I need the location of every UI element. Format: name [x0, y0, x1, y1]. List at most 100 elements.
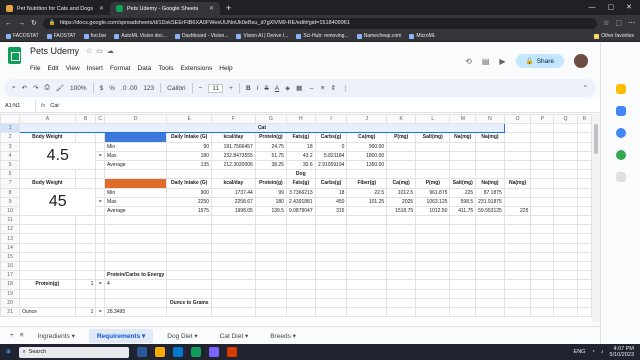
cell[interactable] — [166, 233, 212, 244]
chrome-icon[interactable] — [190, 347, 201, 357]
cell[interactable] — [449, 169, 477, 180]
cell[interactable] — [576, 270, 592, 281]
cell[interactable] — [475, 306, 505, 318]
bookmark-item[interactable]: Dashboard - Vision... — [174, 33, 228, 39]
avatar[interactable] — [574, 54, 588, 68]
currency-format-button[interactable]: $ — [100, 85, 104, 92]
column-header[interactable]: M — [449, 114, 477, 125]
cell[interactable]: = — [95, 279, 106, 290]
column-header[interactable]: F — [211, 114, 256, 125]
column-header[interactable]: R — [576, 114, 592, 125]
other-bookmarks[interactable]: Other favorites — [594, 33, 634, 39]
cell[interactable] — [553, 196, 578, 207]
cell[interactable]: Fats(g) — [285, 132, 316, 143]
cell[interactable] — [166, 242, 212, 253]
cell[interactable]: 1575 — [166, 205, 212, 217]
cell[interactable] — [386, 270, 417, 281]
cell[interactable] — [503, 141, 532, 152]
cell[interactable] — [475, 260, 505, 272]
cell[interactable] — [211, 270, 256, 281]
cell[interactable] — [74, 178, 97, 189]
cell[interactable] — [346, 242, 388, 253]
cell[interactable] — [553, 159, 578, 171]
cell[interactable] — [314, 297, 348, 308]
strikethrough-icon[interactable]: S — [264, 85, 268, 92]
cell[interactable] — [95, 251, 106, 263]
cell[interactable] — [415, 215, 451, 226]
volume-icon[interactable]: ♪ — [601, 349, 604, 355]
cell[interactable] — [346, 233, 388, 244]
cell[interactable] — [530, 306, 555, 318]
minimize-icon[interactable]: — — [589, 0, 596, 15]
cell[interactable] — [530, 141, 555, 152]
cell[interactable] — [314, 215, 348, 226]
cell[interactable] — [553, 215, 578, 226]
italic-icon[interactable]: I — [257, 85, 259, 92]
cell[interactable] — [576, 251, 592, 263]
cell[interactable]: 961.875 — [415, 187, 451, 198]
cell[interactable] — [211, 297, 256, 308]
cell[interactable] — [285, 270, 316, 281]
sheet-tab-dog-diet[interactable]: Dog Diet ▾ — [159, 329, 205, 343]
cell[interactable] — [503, 233, 532, 244]
cell[interactable] — [19, 224, 76, 235]
cell[interactable]: Carbs(g) — [314, 178, 348, 189]
cell[interactable]: Protein(g) — [19, 279, 76, 290]
cell[interactable]: = — [95, 306, 106, 318]
teams-icon[interactable] — [208, 347, 219, 357]
column-header[interactable]: J — [346, 114, 388, 125]
column-header[interactable]: N — [475, 114, 505, 125]
cell[interactable] — [475, 270, 505, 281]
cell[interactable] — [95, 288, 106, 299]
cell[interactable] — [19, 297, 76, 308]
cell[interactable]: Average — [104, 205, 168, 217]
row-header[interactable]: 5 — [0, 159, 21, 171]
cell[interactable] — [530, 242, 555, 253]
print-icon[interactable]: ⎙ — [45, 84, 50, 92]
cell[interactable] — [386, 242, 417, 253]
cloud-status-icon[interactable]: ☁ — [107, 47, 114, 55]
column-header[interactable]: C — [95, 114, 106, 125]
bookmark-item[interactable]: AutoML Vision doc... — [114, 33, 167, 39]
cell[interactable] — [104, 224, 168, 235]
cell[interactable]: 900 — [166, 187, 212, 198]
cell[interactable]: 1998.05 — [211, 205, 256, 217]
forward-icon[interactable]: → — [18, 20, 25, 27]
more-tools-icon[interactable]: ⋮ — [342, 84, 349, 92]
row-header[interactable]: 15 — [0, 251, 21, 263]
cat-color-swatch[interactable] — [104, 132, 168, 143]
row-header[interactable]: 1 — [0, 123, 21, 134]
cell[interactable] — [314, 270, 348, 281]
column-header[interactable]: B — [74, 114, 97, 125]
cell[interactable] — [314, 224, 348, 235]
add-sheet-icon[interactable]: + — [10, 332, 14, 339]
cell[interactable] — [553, 233, 578, 244]
edge-icon[interactable] — [172, 347, 183, 357]
cell[interactable] — [530, 169, 555, 180]
extensions-icon[interactable]: ⬚ — [615, 19, 622, 27]
cell[interactable] — [95, 169, 106, 180]
cell[interactable] — [211, 169, 256, 180]
cell[interactable] — [475, 224, 505, 235]
maximize-icon[interactable]: ▢ — [608, 0, 615, 15]
cell[interactable] — [576, 279, 592, 290]
cell[interactable]: kcal/day — [211, 178, 256, 189]
cell[interactable]: 2.91059194 — [314, 159, 348, 171]
cell[interactable]: Protein(g) — [254, 178, 287, 189]
comments-icon[interactable]: ▤ — [482, 57, 490, 66]
cell[interactable] — [530, 224, 555, 235]
cell[interactable]: 191.7566457 — [211, 141, 256, 152]
cell[interactable] — [19, 260, 76, 272]
menu-format[interactable]: Format — [110, 65, 131, 72]
menu-file[interactable]: File — [30, 65, 40, 72]
cell[interactable] — [503, 123, 532, 134]
reload-icon[interactable]: ↻ — [31, 19, 37, 27]
cell[interactable] — [475, 233, 505, 244]
cell[interactable] — [74, 224, 97, 235]
cell[interactable]: 212.3020006 — [211, 159, 256, 171]
cell[interactable] — [285, 279, 316, 290]
row-header[interactable]: 9 — [0, 196, 21, 207]
cell[interactable] — [74, 297, 97, 308]
cell[interactable] — [530, 159, 555, 171]
cell[interactable] — [95, 132, 106, 143]
